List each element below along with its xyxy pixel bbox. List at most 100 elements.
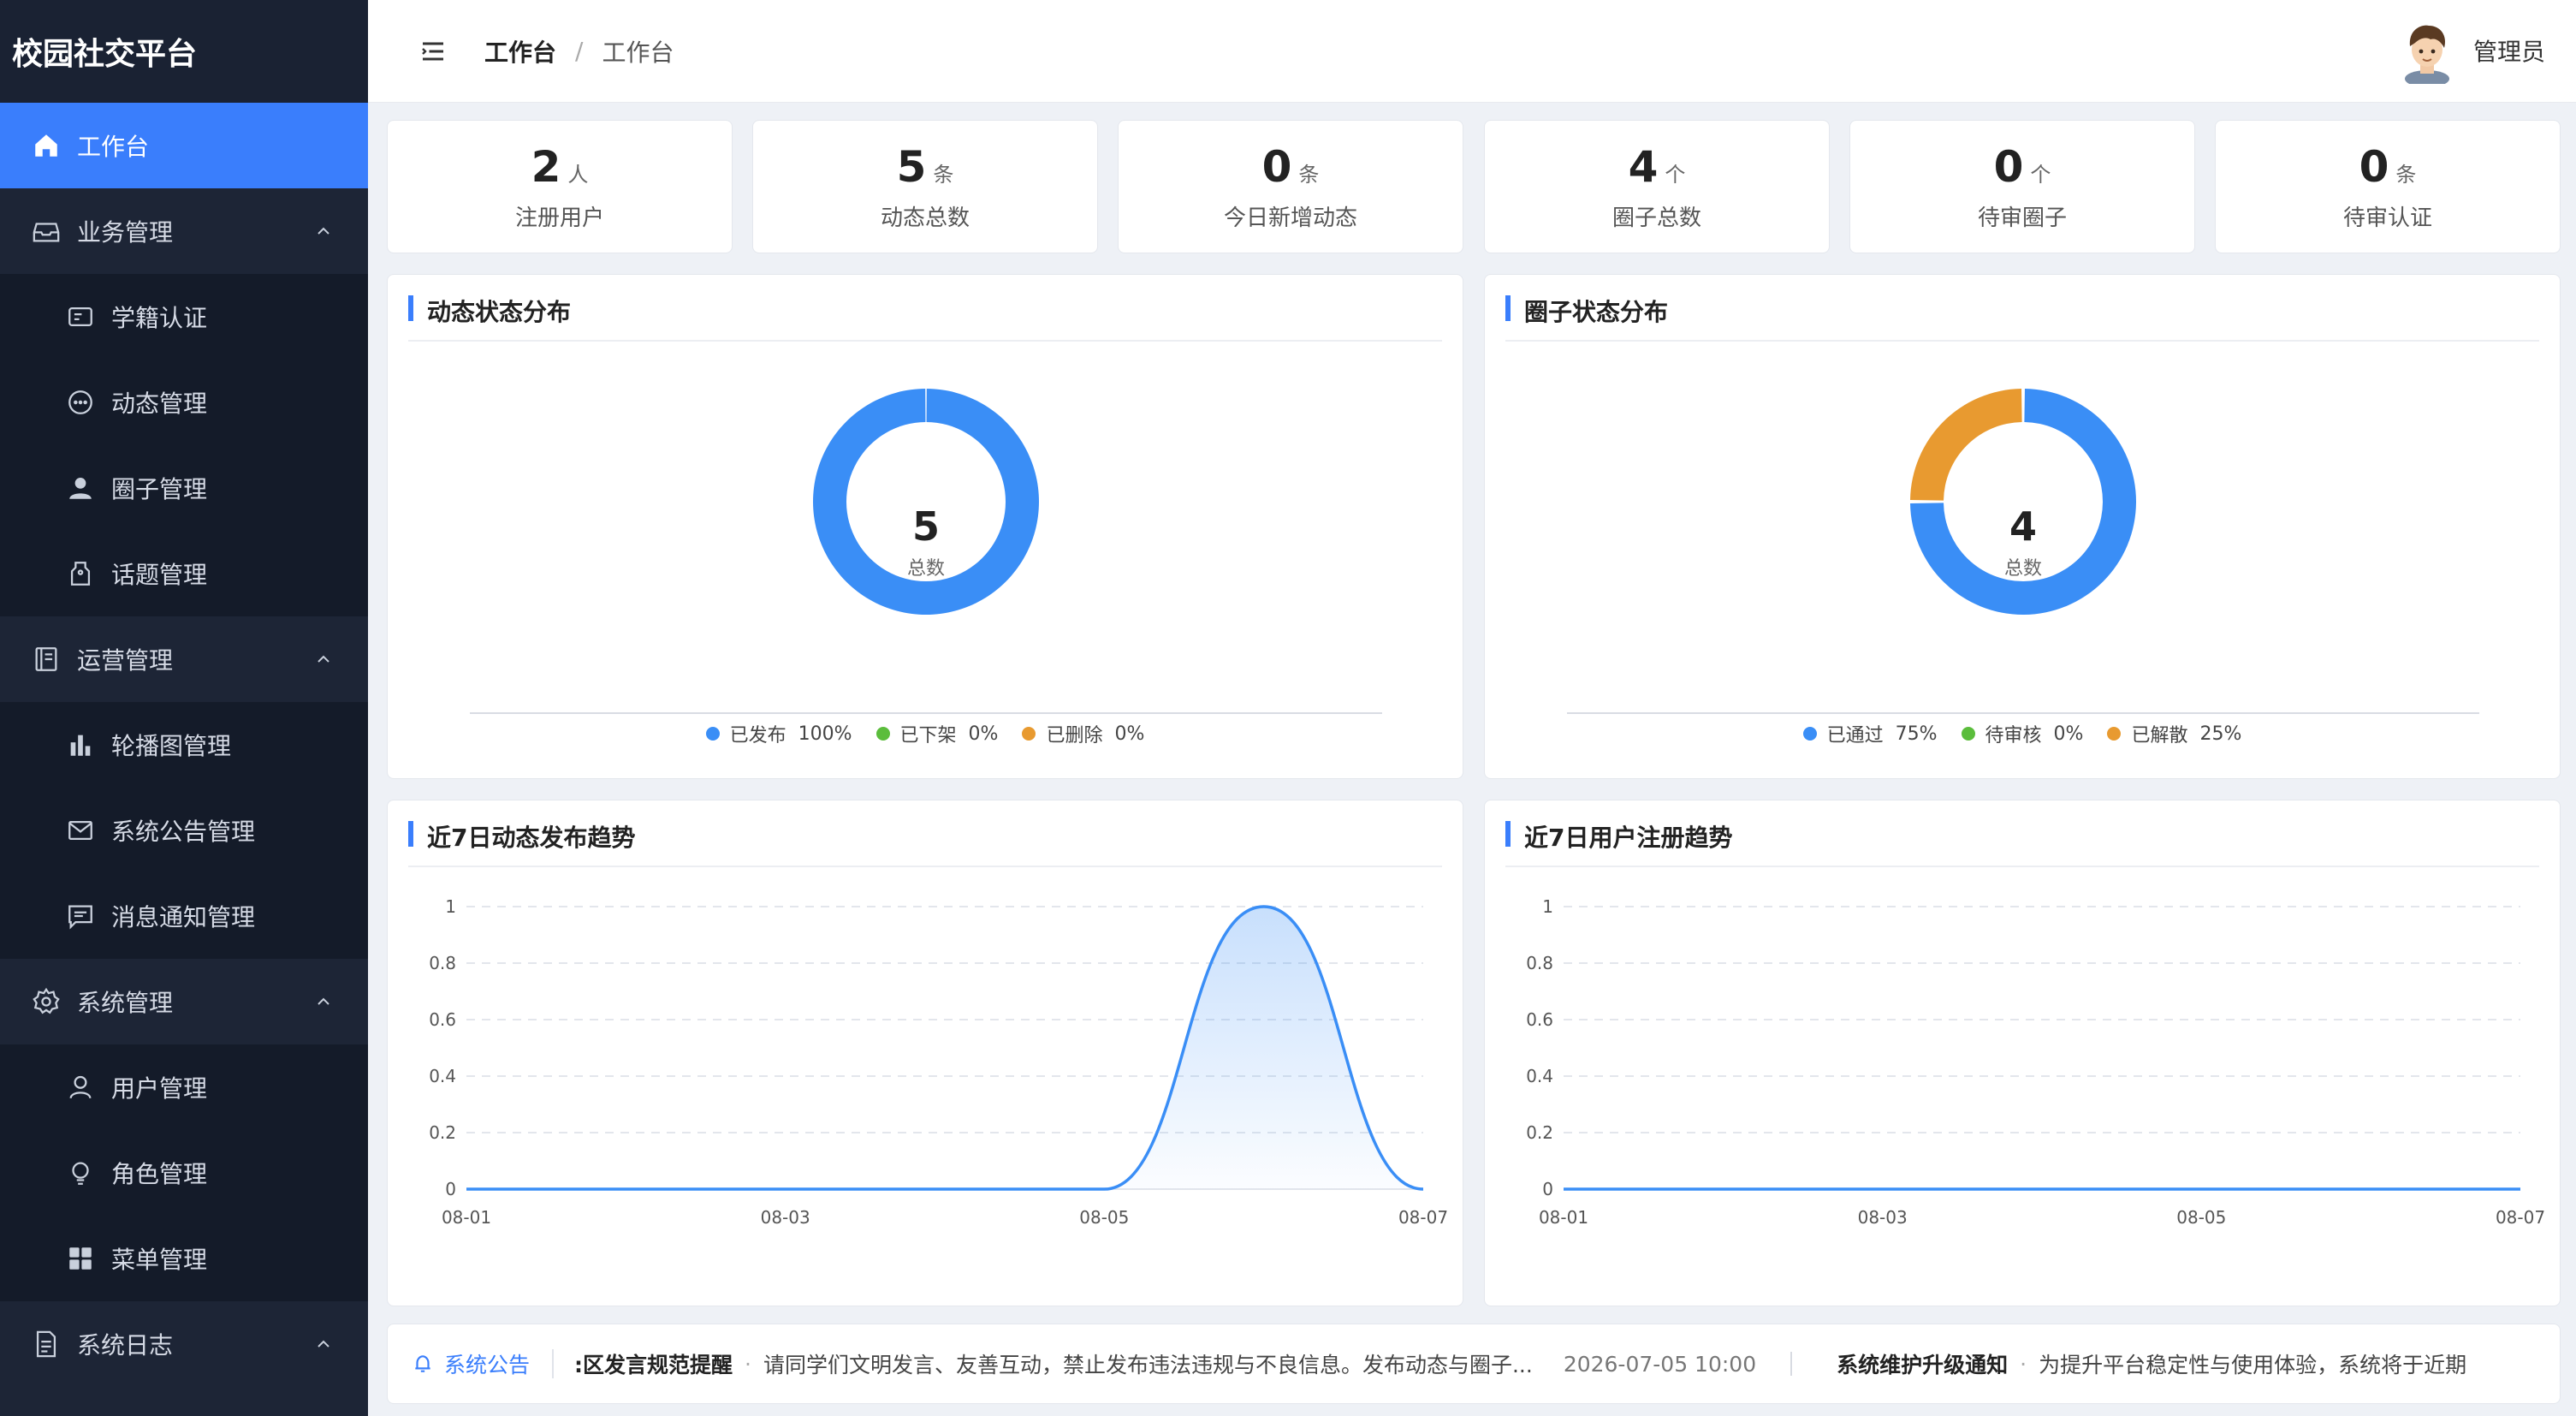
- sidebar-item-student-verify[interactable]: 学籍认证: [0, 274, 368, 360]
- sidebar-item-circles[interactable]: 圈子管理: [0, 445, 368, 531]
- donut-slice[interactable]: [1910, 389, 2022, 501]
- sidebar-item-label: 话题管理: [111, 561, 208, 589]
- legend-item[interactable]: 已下架 0%: [875, 720, 998, 747]
- stat-label: 待审圈子: [1977, 205, 2067, 231]
- sidebar-item-topics[interactable]: 话题管理: [0, 531, 368, 616]
- id-card-icon: [65, 301, 96, 332]
- stat-unit: 条: [2395, 162, 2417, 187]
- stat-label: 待审认证: [2342, 205, 2432, 231]
- y-tick-label: 0.6: [1526, 1009, 1553, 1030]
- x-tick-label: 08-03: [761, 1207, 810, 1228]
- announcement-dot: ·: [745, 1351, 751, 1377]
- message-icon: [65, 901, 96, 931]
- stat-value: 0: [2359, 141, 2389, 192]
- y-tick-label: 0.2: [429, 1122, 456, 1143]
- y-tick-label: 0.6: [429, 1009, 456, 1030]
- stat-unit: 个: [2030, 162, 2051, 187]
- sidebar-item-menus[interactable]: 菜单管理: [0, 1216, 368, 1301]
- legend-item[interactable]: 已解散 25%: [2107, 720, 2241, 747]
- sidebar-group-system[interactable]: 系统管理: [0, 959, 368, 1044]
- sidebar-item-label: 用户管理: [111, 1074, 208, 1103]
- breadcrumb: 工作台 / 工作台: [484, 34, 674, 68]
- legend-dot: [2107, 727, 2122, 741]
- x-tick-label: 08-01: [1539, 1207, 1588, 1228]
- breadcrumb-root[interactable]: 工作台: [484, 34, 556, 68]
- chevron-up-icon: [318, 997, 329, 1005]
- sidebar-item-label: 系统管理: [77, 989, 174, 1017]
- sidebar-item-posts[interactable]: 动态管理: [0, 360, 368, 445]
- announcement-body: 请同学们文明发言、友善互动，禁止发布违法违规与不良信息。发布动态与圈子...: [763, 1353, 1533, 1377]
- legend-name: 已解散: [2131, 725, 2188, 747]
- announcement-time: 2026-07-05 10:00: [1563, 1351, 1757, 1377]
- document-icon: [31, 1329, 62, 1359]
- sidebar-item-label: 业务管理: [77, 218, 174, 247]
- user-menu[interactable]: 管理员: [2396, 17, 2545, 84]
- announcement-label-text: 系统公告: [444, 1353, 531, 1377]
- app-logo-title: 校园社交平台: [0, 0, 368, 103]
- announcement-bar: 系统公告 :区发言规范提醒 · 请同学们文明发言、友善互动，禁止发布违法违规与不…: [387, 1324, 2561, 1404]
- legend-name: 已通过: [1826, 725, 1884, 747]
- sidebar-item-label: 学籍认证: [111, 304, 208, 332]
- announcement-item[interactable]: 系统维护升级通知 · 为提升平台稳定性与使用体验，系统将于近期: [1837, 1348, 2466, 1379]
- x-tick-label: 08-05: [2176, 1207, 2226, 1228]
- legend-item[interactable]: 已通过 75%: [1802, 720, 1938, 747]
- chart-legend: 已通过 75% 待审核 0% 已解散 25%: [1485, 720, 2560, 747]
- stat-unit: 个: [1665, 162, 1686, 187]
- y-tick-label: 0.8: [1526, 953, 1553, 973]
- user-outline-icon: [65, 1072, 96, 1103]
- sidebar-item-label: 系统日志: [77, 1331, 174, 1359]
- stat-value: 5: [896, 141, 927, 192]
- stat-value-row: 5 条: [897, 142, 954, 192]
- sidebar-item-label: 菜单管理: [111, 1246, 208, 1274]
- sidebar-item-announcements[interactable]: 系统公告管理: [0, 788, 368, 873]
- announcement-dot: ·: [2020, 1351, 2027, 1377]
- y-tick-label: 1: [1542, 896, 1553, 917]
- announcement-title: 系统维护升级通知: [1837, 1353, 2009, 1377]
- stat-card-pending-circles: 0 个 待审圈子: [1849, 120, 2195, 253]
- sidebar-item-label: 圈子管理: [111, 475, 208, 503]
- y-tick-label: 0.8: [429, 953, 456, 973]
- announcement-divider: [1790, 1352, 1793, 1376]
- post-status-panel: 动态状态分布 5 总数 已发布 100% 已下架 0% 已删除 0%: [387, 274, 1463, 779]
- legend-percent: 0%: [2053, 723, 2084, 745]
- stat-value-row: 0 个: [1994, 142, 2051, 192]
- x-tick-label: 08-07: [1398, 1207, 1448, 1228]
- stat-value: 4: [1628, 141, 1659, 192]
- y-tick-label: 0.4: [429, 1066, 456, 1086]
- announcement-item[interactable]: :区发言规范提醒 · 请同学们文明发言、友善互动，禁止发布违法违规与不良信息。发…: [554, 1348, 1756, 1379]
- donut-slice[interactable]: [813, 389, 1039, 615]
- stat-label: 动态总数: [880, 205, 970, 231]
- legend-item[interactable]: 待审核 0%: [1961, 720, 2084, 747]
- sidebar-item-dashboard[interactable]: 工作台: [0, 103, 368, 188]
- notebook-icon: [31, 644, 62, 675]
- sidebar-group-business[interactable]: 业务管理: [0, 188, 368, 274]
- sidebar-item-users[interactable]: 用户管理: [0, 1044, 368, 1130]
- sidebar-group-operations[interactable]: 运营管理: [0, 616, 368, 702]
- announcement-label[interactable]: 系统公告: [388, 1349, 555, 1378]
- y-tick-label: 0: [445, 1179, 456, 1199]
- menu-toggle-icon[interactable]: [418, 36, 448, 67]
- sidebar-item-label: 运营管理: [77, 646, 174, 675]
- sidebar-item-label: 轮播图管理: [111, 732, 232, 760]
- announcement-body: 为提升平台稳定性与使用体验，系统将于近期: [2039, 1353, 2467, 1377]
- sidebar-group-logs[interactable]: 系统日志: [0, 1301, 368, 1387]
- sidebar-item-label: 动态管理: [111, 390, 208, 418]
- sidebar-item-notifications[interactable]: 消息通知管理: [0, 873, 368, 959]
- chevron-up-icon: [318, 655, 329, 663]
- chart-legend: 已发布 100% 已下架 0% 已删除 0%: [388, 720, 1463, 747]
- post-status-donut-chart: 5 总数: [470, 389, 1382, 714]
- stat-value: 2: [531, 141, 561, 192]
- legend-dot: [1802, 727, 1817, 741]
- bulb-icon: [65, 1157, 96, 1188]
- breadcrumb-separator: /: [575, 37, 584, 65]
- y-tick-label: 0.4: [1526, 1066, 1553, 1086]
- breadcrumb-page: 工作台: [602, 38, 674, 67]
- stat-unit: 人: [567, 162, 589, 187]
- sidebar-item-roles[interactable]: 角色管理: [0, 1130, 368, 1216]
- legend-item[interactable]: 已删除 0%: [1022, 720, 1144, 747]
- sidebar-item-carousel[interactable]: 轮播图管理: [0, 702, 368, 788]
- area-fill: [466, 907, 1423, 1189]
- legend-name: 已删除: [1046, 725, 1103, 747]
- donut-center-label: 总数: [907, 558, 945, 580]
- legend-item[interactable]: 已发布 100%: [705, 720, 852, 747]
